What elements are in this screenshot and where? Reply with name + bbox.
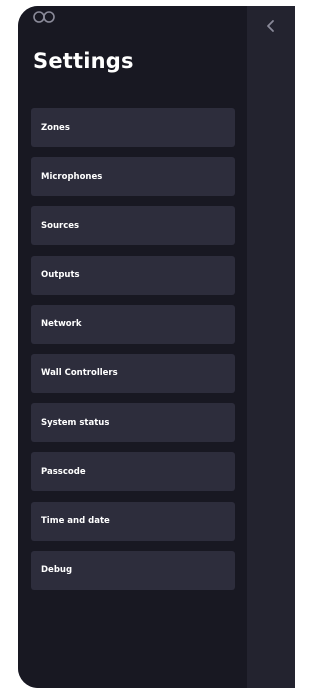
menu-item-network[interactable]: Network <box>31 304 235 344</box>
settings-panel: Settings Zones Microphones Sources Outpu… <box>18 6 295 688</box>
menu-item-label: Debug <box>41 565 73 576</box>
menu-item-time-and-date[interactable]: Time and date <box>31 501 235 541</box>
chevron-left-icon[interactable] <box>265 18 277 34</box>
menu-item-label: Outputs <box>41 270 80 281</box>
menu-item-label: Microphones <box>41 171 103 182</box>
menu-item-label: Wall Controllers <box>41 368 118 379</box>
menu-item-zones[interactable]: Zones <box>31 108 235 147</box>
menu-item-label: Passcode <box>41 466 86 477</box>
menu-item-wall-controllers[interactable]: Wall Controllers <box>31 353 235 393</box>
menu-item-passcode[interactable]: Passcode <box>31 452 235 492</box>
menu-item-sources[interactable]: Sources <box>31 206 235 246</box>
menu-item-label: Network <box>41 319 82 330</box>
menu-item-label: Zones <box>41 122 70 133</box>
menu-item-system-status[interactable]: System status <box>31 403 235 443</box>
menu-item-label: System status <box>41 417 110 428</box>
page-title: Settings <box>33 49 134 73</box>
menu-item-outputs[interactable]: Outputs <box>31 255 235 295</box>
settings-menu: Zones Microphones Sources Outputs Networ… <box>31 108 235 600</box>
menu-item-debug[interactable]: Debug <box>31 550 235 590</box>
settings-sidebar: Settings Zones Microphones Sources Outpu… <box>18 6 247 688</box>
infinity-logo-icon <box>33 11 55 23</box>
menu-item-label: Time and date <box>41 516 110 526</box>
menu-item-microphones[interactable]: Microphones <box>31 157 235 197</box>
menu-item-label: Sources <box>41 220 80 231</box>
